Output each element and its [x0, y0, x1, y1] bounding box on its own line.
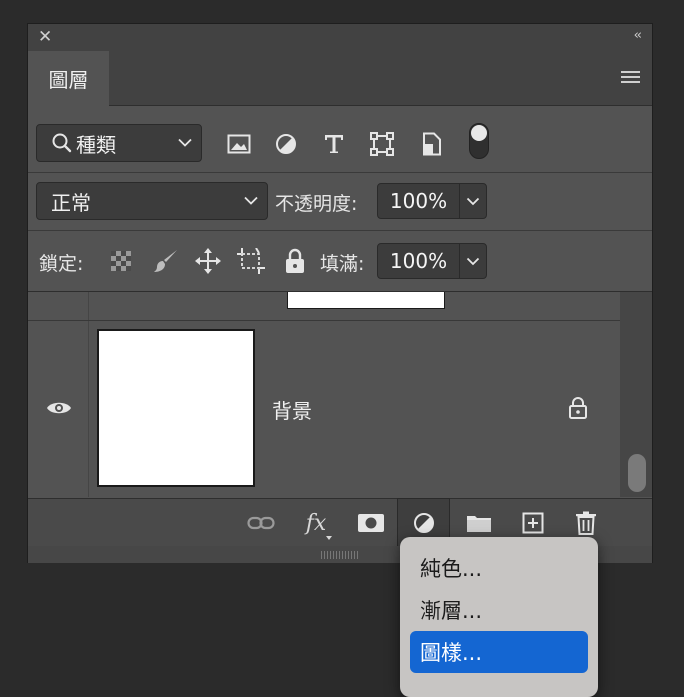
mask-icon — [358, 514, 384, 532]
filter-row: 種類 — [28, 106, 652, 173]
opacity-field[interactable]: 100% — [377, 183, 487, 219]
blend-row: 正常 不透明度: 100% — [28, 173, 652, 231]
eye-icon[interactable] — [46, 400, 72, 416]
filter-toggle[interactable] — [469, 123, 489, 159]
layers-scrollbar[interactable] — [620, 292, 652, 497]
smart-object-filter-icon[interactable] — [420, 132, 444, 156]
menu-item-solid-color[interactable]: 純色... — [410, 547, 588, 589]
fill-field[interactable]: 100% — [377, 243, 487, 279]
fill-value[interactable]: 100% — [378, 244, 460, 278]
adjustment-popup-menu: 純色... 漸層... 圖樣... — [400, 537, 598, 697]
resize-grip[interactable] — [321, 551, 359, 559]
close-icon[interactable]: ✕ — [38, 27, 52, 47]
blend-mode-value: 正常 — [51, 190, 91, 215]
toggle-knob — [471, 125, 487, 141]
fx-icon: fx — [305, 510, 327, 536]
chevron-down-icon — [466, 197, 480, 205]
opacity-label: 不透明度: — [275, 193, 358, 215]
filter-kind-value: 種類 — [76, 132, 116, 157]
opacity-value[interactable]: 100% — [378, 184, 460, 218]
lock-transparent-icon[interactable] — [109, 249, 133, 273]
lock-icon[interactable] — [568, 396, 588, 420]
tab-bar: 圖層 — [28, 51, 652, 106]
chevron-down-icon — [244, 196, 258, 205]
panel-titlebar: ✕ ‹‹ — [28, 24, 652, 51]
layer-row-partial[interactable] — [28, 292, 622, 321]
layers-panel: ✕ ‹‹ 圖層 種類 正常 不透明度: 100% 鎖定: 填滿: 100% 背景… — [27, 23, 653, 563]
layer-style-button[interactable]: fx — [298, 499, 334, 547]
fill-label: 填滿: — [320, 253, 365, 275]
lock-brush-icon[interactable] — [152, 247, 180, 275]
layer-thumbnail — [287, 292, 445, 309]
layer-thumbnail[interactable] — [97, 329, 255, 487]
collapse-icon[interactable]: ‹‹ — [634, 28, 643, 43]
layer-name[interactable]: 背景 — [272, 395, 312, 424]
filter-kind-select[interactable]: 種類 — [36, 124, 202, 162]
adjustment-icon — [413, 513, 434, 533]
folder-icon — [467, 516, 491, 532]
menu-item-gradient[interactable]: 漸層... — [410, 589, 588, 631]
panel-menu-icon[interactable] — [621, 71, 640, 84]
layers-list[interactable]: 背景 — [28, 292, 622, 497]
tab-layers[interactable]: 圖層 — [28, 51, 109, 106]
fill-dropdown[interactable] — [460, 244, 486, 278]
lock-move-icon[interactable] — [194, 247, 222, 275]
add-mask-button[interactable] — [354, 499, 388, 547]
adjustment-filter-icon[interactable] — [274, 132, 298, 156]
scrollbar-thumb[interactable] — [628, 454, 646, 492]
link-icon — [247, 516, 275, 530]
lock-row: 鎖定: 填滿: 100% — [28, 231, 652, 292]
lock-label: 鎖定: — [39, 253, 84, 275]
menu-item-pattern[interactable]: 圖樣... — [410, 631, 588, 673]
lock-artboard-icon[interactable] — [237, 247, 265, 275]
chevron-down-icon — [178, 138, 192, 147]
layer-row-background[interactable]: 背景 — [28, 321, 622, 497]
shape-filter-icon[interactable] — [370, 132, 394, 156]
lock-all-icon[interactable] — [283, 247, 307, 275]
chevron-down-icon — [466, 257, 480, 265]
link-layers-button[interactable] — [244, 499, 278, 547]
new-layer-icon — [522, 512, 544, 534]
type-filter-icon[interactable] — [322, 132, 346, 156]
trash-icon — [576, 511, 596, 535]
blend-mode-select[interactable]: 正常 — [36, 182, 268, 220]
pixel-filter-icon[interactable] — [226, 132, 252, 156]
tab-label: 圖層 — [48, 68, 89, 92]
search-icon — [52, 133, 72, 153]
opacity-dropdown[interactable] — [460, 184, 486, 218]
